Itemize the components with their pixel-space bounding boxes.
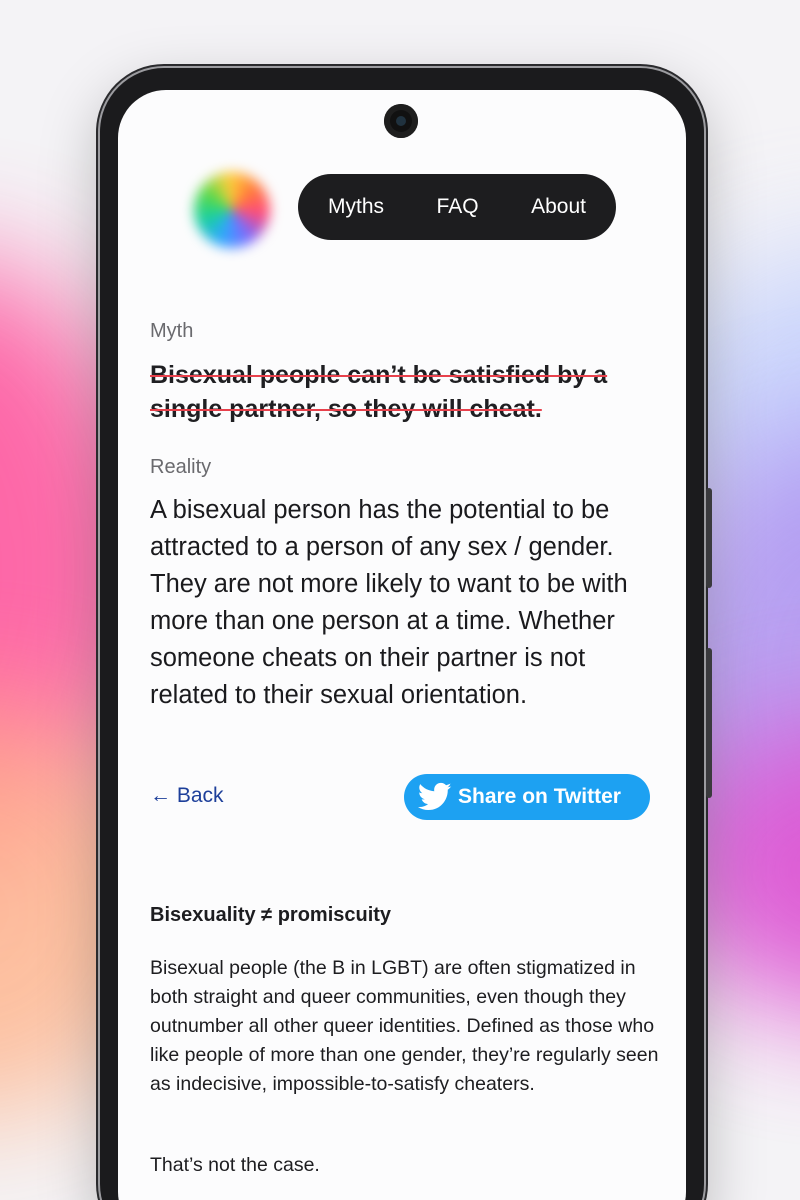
- twitter-bird-icon: [418, 782, 452, 811]
- share-button-label: Share on Twitter: [458, 785, 621, 808]
- article-closing: That’s not the case.: [150, 1154, 320, 1176]
- nav-item-about[interactable]: About: [531, 195, 586, 219]
- volume-button: [706, 488, 712, 588]
- phone-screen: Myths FAQ About Myth Bisexual people can…: [118, 90, 686, 1200]
- back-link[interactable]: ← Back: [150, 784, 224, 808]
- nav-item-faq[interactable]: FAQ: [437, 195, 479, 219]
- site-logo[interactable]: [194, 172, 270, 248]
- article-body: Bisexual people (the B in LGBT) are ofte…: [150, 957, 659, 1095]
- reality-statement: A bisexual person has the potential to b…: [150, 496, 628, 709]
- power-button: [706, 648, 712, 798]
- article-title: Bisexuality ≠ promiscuity: [150, 904, 392, 926]
- myth-statement: Bisexual people can’t be satisfied by a …: [150, 361, 608, 423]
- share-on-twitter-button[interactable]: Share on Twitter: [404, 774, 650, 820]
- nav-item-myths[interactable]: Myths: [328, 195, 384, 219]
- myth-label: Myth: [150, 320, 194, 342]
- front-camera: [384, 104, 418, 138]
- reality-label: Reality: [150, 456, 212, 478]
- main-nav: Myths FAQ About: [298, 174, 616, 240]
- phone-frame: Myths FAQ About Myth Bisexual people can…: [100, 68, 712, 1200]
